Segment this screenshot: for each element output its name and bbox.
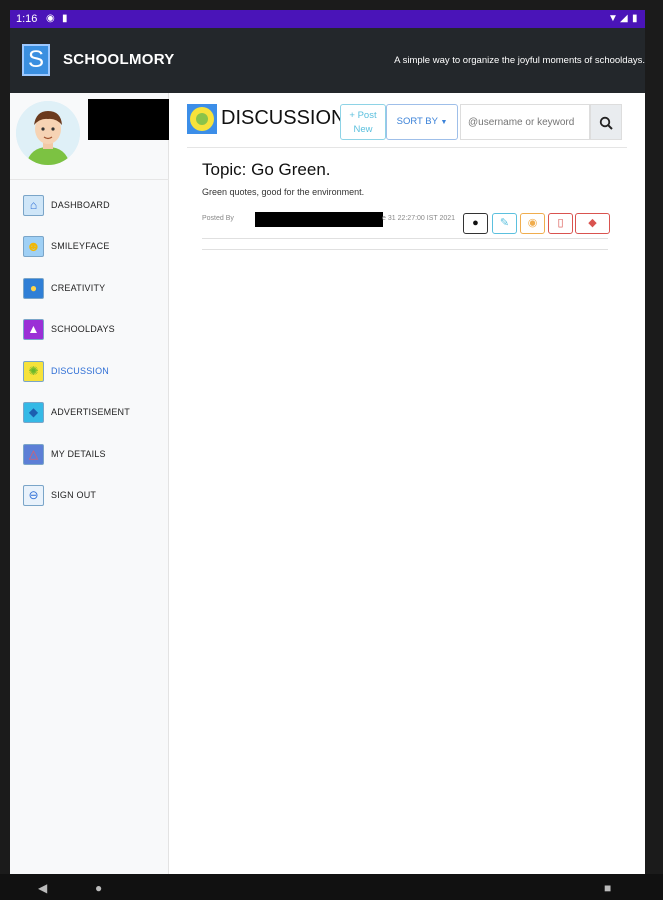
notification-icon: ◉ [46, 13, 55, 24]
view-button[interactable]: ◉ [520, 213, 545, 234]
app-window: 1:16 ◉ ▮ ▼ ◢ ▮ S SCHOOLMORY A simple way… [10, 10, 645, 874]
sign-out-icon: ⊖ [23, 485, 44, 506]
edit-icon: ✎ [499, 217, 510, 229]
system-nav-bar: ◀ ● ■ [0, 874, 663, 900]
post-divider [202, 238, 608, 239]
sidebar-item-dashboard[interactable]: ⌂ DASHBOARD [23, 195, 163, 217]
sort-by-label: SORT BY [396, 116, 438, 127]
sidebar-item-creativity[interactable]: ● CREATIVITY [23, 278, 163, 300]
sidebar-item-label: SMILEYFACE [51, 241, 110, 251]
main-content: DISCUSSION + Post New SORT BY ▼ Topic: G… [169, 93, 645, 874]
posted-by-label: Posted By [202, 215, 234, 222]
sidebar-item-sign-out[interactable]: ⊖ SIGN OUT [23, 485, 163, 507]
battery-icon: ▮ [632, 13, 638, 24]
ad-icon: ◆ [23, 402, 44, 423]
app-name[interactable]: SCHOOLMORY [63, 51, 175, 68]
post-description: Green quotes, good for the environment. [202, 187, 365, 197]
post-divider [202, 249, 608, 250]
tag-button[interactable]: ◆ [575, 213, 610, 234]
caret-down-icon: ▼ [440, 119, 448, 126]
trash-icon: ▯ [557, 217, 564, 229]
sort-by-button[interactable]: SORT BY ▼ [386, 104, 458, 140]
sidebar-item-discussion[interactable]: ✺ DISCUSSION [23, 361, 163, 383]
search-icon [599, 116, 613, 130]
sidebar: ⌂ DASHBOARD ☻ SMILEYFACE ● CREATIVITY ▲ … [10, 93, 172, 874]
sidebar-item-label: SIGN OUT [51, 490, 97, 500]
post-new-button[interactable]: + Post New [340, 104, 386, 140]
username-redacted [88, 99, 172, 140]
sidebar-item-my-details[interactable]: △ MY DETAILS [23, 444, 163, 466]
house-icon: ⌂ [23, 195, 44, 216]
sidebar-item-schooldays[interactable]: ▲ SCHOOLDAYS [23, 319, 163, 341]
sidebar-item-label: CREATIVITY [51, 283, 106, 293]
status-time: 1:16 [16, 13, 38, 25]
sidebar-divider [10, 179, 169, 180]
graduation-cap-icon: ▲ [23, 319, 44, 340]
sidebar-item-smileyface[interactable]: ☻ SMILEYFACE [23, 236, 163, 258]
eye-icon: ◉ [527, 217, 538, 229]
header-divider [187, 147, 627, 148]
sidebar-item-label: MY DETAILS [51, 449, 106, 459]
page-title: DISCUSSION [221, 107, 346, 129]
sidebar-item-label: ADVERTISEMENT [51, 407, 130, 417]
profile-icon: △ [23, 444, 44, 465]
sidebar-item-label: DISCUSSION [51, 366, 110, 376]
app-logo[interactable]: S [22, 44, 50, 76]
signal-icon: ◢ [620, 13, 628, 24]
search-button[interactable] [590, 104, 622, 140]
comment-icon: ● [472, 217, 479, 229]
tag-icon: ◆ [588, 217, 597, 229]
edit-button[interactable]: ✎ [492, 213, 517, 234]
status-bar: 1:16 ◉ ▮ ▼ ◢ ▮ [10, 10, 645, 28]
author-redacted [255, 212, 383, 227]
user-avatar[interactable] [16, 101, 80, 165]
sim-card-icon: ▮ [62, 13, 68, 24]
app-header: S SCHOOLMORY A simple way to organize th… [10, 28, 645, 93]
comment-button[interactable]: ● [463, 213, 488, 234]
post-new-label: + Post New [349, 110, 377, 135]
wifi-icon: ▼ [608, 13, 618, 24]
home-icon[interactable]: ● [95, 881, 102, 895]
app-tagline: A simple way to organize the joyful mome… [394, 55, 645, 66]
sunflower-icon [187, 104, 217, 134]
sunflower-icon: ✺ [23, 361, 44, 382]
sidebar-item-advertisement[interactable]: ◆ ADVERTISEMENT [23, 402, 163, 424]
sidebar-item-label: SCHOOLDAYS [51, 324, 115, 334]
delete-button[interactable]: ▯ [548, 213, 573, 234]
search-input[interactable] [460, 104, 590, 140]
recents-icon[interactable]: ■ [604, 881, 611, 895]
post-topic[interactable]: Topic: Go Green. [202, 160, 331, 180]
post-date: e 31 22:27:00 IST 2021 [382, 215, 456, 222]
sidebar-item-label: DASHBOARD [51, 200, 110, 210]
lightbulb-icon: ● [23, 278, 44, 299]
back-icon[interactable]: ◀ [38, 881, 47, 895]
smiley-icon: ☻ [23, 236, 44, 257]
